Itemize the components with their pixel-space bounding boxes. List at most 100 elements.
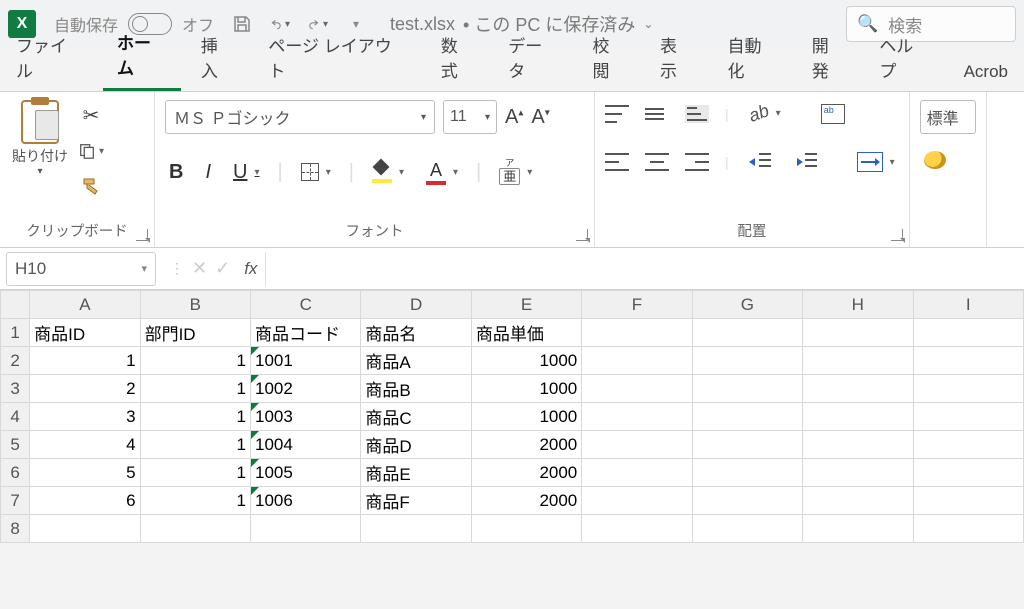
cell[interactable]: 商品D	[361, 431, 471, 459]
align-middle-icon[interactable]	[645, 105, 669, 123]
column-header-I[interactable]: I	[913, 291, 1023, 319]
formula-input[interactable]	[265, 252, 1024, 286]
cell[interactable]: 商品B	[361, 375, 471, 403]
column-header-F[interactable]: F	[582, 291, 692, 319]
tab-自動化[interactable]: 自動化	[714, 24, 792, 91]
cell[interactable]	[251, 515, 361, 543]
cell[interactable]	[913, 375, 1023, 403]
tab-開発[interactable]: 開発	[798, 24, 860, 91]
cell[interactable]: 1	[140, 459, 250, 487]
cell[interactable]	[361, 515, 471, 543]
increase-indent-button[interactable]	[791, 150, 821, 174]
cell[interactable]	[913, 431, 1023, 459]
cell[interactable]	[30, 515, 140, 543]
enter-icon[interactable]: ✓	[215, 258, 230, 279]
align-right-icon[interactable]	[685, 153, 709, 171]
bold-button[interactable]: B	[165, 158, 187, 187]
cell[interactable]: 1003	[251, 403, 361, 431]
cell[interactable]	[582, 375, 692, 403]
row-header-5[interactable]: 5	[1, 431, 30, 459]
decrease-indent-button[interactable]	[745, 150, 775, 174]
cell[interactable]	[913, 347, 1023, 375]
tab-表示[interactable]: 表示	[646, 24, 708, 91]
orientation-button[interactable]: ab	[745, 100, 785, 127]
cell[interactable]: 商品E	[361, 459, 471, 487]
cancel-icon[interactable]: ✕	[192, 258, 207, 279]
row-header-1[interactable]: 1	[1, 319, 30, 347]
font-name-select[interactable]: ＭＳ Ｐゴシック▾	[165, 100, 435, 134]
cell[interactable]: 1	[140, 375, 250, 403]
cell[interactable]: 2000	[471, 487, 581, 515]
font-color-button[interactable]: A	[422, 157, 462, 188]
column-header-B[interactable]: B	[140, 291, 250, 319]
cell[interactable]: 5	[30, 459, 140, 487]
decrease-font-icon[interactable]: A▾	[531, 106, 549, 129]
cell[interactable]: 1004	[251, 431, 361, 459]
cell[interactable]	[803, 431, 913, 459]
font-size-select[interactable]: 11▾	[443, 100, 497, 134]
cell[interactable]: 1000	[471, 347, 581, 375]
copy-icon[interactable]	[78, 138, 104, 164]
row-header-2[interactable]: 2	[1, 347, 30, 375]
cell[interactable]: 部門ID	[140, 319, 250, 347]
cell[interactable]	[692, 347, 802, 375]
cell[interactable]: 1006	[251, 487, 361, 515]
cell[interactable]	[471, 515, 581, 543]
cell[interactable]	[913, 487, 1023, 515]
cell[interactable]: 1	[140, 347, 250, 375]
cell[interactable]: 1005	[251, 459, 361, 487]
underline-button[interactable]: U	[229, 158, 263, 187]
cell[interactable]: 3	[30, 403, 140, 431]
tab-Acrob[interactable]: Acrob	[950, 54, 1022, 91]
tab-データ[interactable]: データ	[494, 24, 572, 91]
cell[interactable]	[582, 487, 692, 515]
column-header-G[interactable]: G	[692, 291, 802, 319]
phonetic-button[interactable]: ア亜	[495, 156, 536, 188]
cell[interactable]	[803, 347, 913, 375]
column-header-H[interactable]: H	[803, 291, 913, 319]
cell[interactable]	[692, 375, 802, 403]
select-all-corner[interactable]	[1, 291, 30, 319]
row-header-3[interactable]: 3	[1, 375, 30, 403]
worksheet[interactable]: ABCDEFGHI1商品ID部門ID商品コード商品名商品単価2111001商品A…	[0, 290, 1024, 543]
cell[interactable]: 商品C	[361, 403, 471, 431]
wrap-text-button[interactable]	[817, 101, 849, 127]
number-format-select[interactable]: 標準	[920, 100, 976, 134]
align-left-icon[interactable]	[605, 153, 629, 171]
toggle-icon[interactable]	[128, 13, 172, 35]
cell[interactable]	[692, 403, 802, 431]
align-top-icon[interactable]	[605, 105, 629, 123]
cell[interactable]	[913, 403, 1023, 431]
cell[interactable]: 2000	[471, 431, 581, 459]
cell[interactable]: 1	[140, 487, 250, 515]
cell[interactable]: 商品単価	[471, 319, 581, 347]
cell[interactable]: 1001	[251, 347, 361, 375]
cell[interactable]	[140, 515, 250, 543]
cell[interactable]	[692, 431, 802, 459]
increase-font-icon[interactable]: A▴	[505, 106, 523, 129]
align-center-icon[interactable]	[645, 153, 669, 171]
border-button[interactable]	[297, 160, 335, 184]
fx-icon[interactable]: fx	[244, 259, 257, 279]
cell[interactable]: 2	[30, 375, 140, 403]
cell[interactable]: 1	[30, 347, 140, 375]
cell[interactable]: 商品A	[361, 347, 471, 375]
column-header-E[interactable]: E	[471, 291, 581, 319]
row-header-7[interactable]: 7	[1, 487, 30, 515]
cell[interactable]: 商品ID	[30, 319, 140, 347]
cell[interactable]	[692, 487, 802, 515]
cell[interactable]: 商品名	[361, 319, 471, 347]
cell[interactable]	[803, 487, 913, 515]
tab-ページ レイアウト[interactable]: ページ レイアウト	[254, 24, 420, 91]
tab-校閲[interactable]: 校閲	[579, 24, 641, 91]
cell[interactable]	[913, 319, 1023, 347]
row-header-6[interactable]: 6	[1, 459, 30, 487]
cell[interactable]	[913, 459, 1023, 487]
name-box[interactable]: H10 ▾	[6, 252, 156, 286]
cell[interactable]: 1	[140, 431, 250, 459]
cell[interactable]	[582, 515, 692, 543]
row-header-4[interactable]: 4	[1, 403, 30, 431]
tab-ヘルプ[interactable]: ヘルプ	[865, 24, 943, 91]
tab-挿入[interactable]: 挿入	[187, 24, 249, 91]
cell[interactable]	[582, 319, 692, 347]
